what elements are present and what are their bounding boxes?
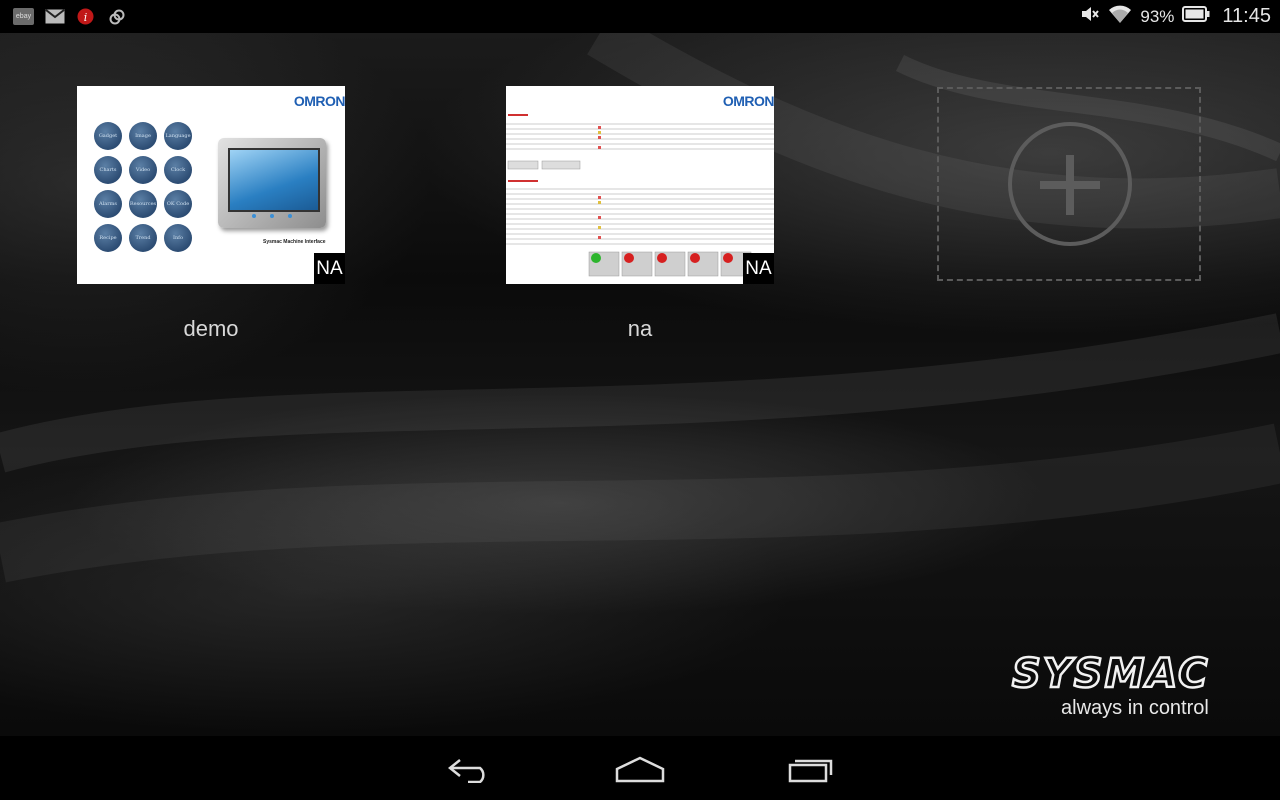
demo-thumb-button: Language xyxy=(164,122,192,150)
na-badge: NA xyxy=(743,253,774,284)
project-tile-na[interactable]: OMRON NA na xyxy=(506,86,774,356)
svg-text:i: i xyxy=(84,11,88,24)
recents-button[interactable] xyxy=(779,750,843,788)
gmail-icon xyxy=(44,8,65,25)
home-icon xyxy=(615,756,665,783)
back-icon xyxy=(447,759,485,783)
demo-thumb-button: Video xyxy=(129,156,157,184)
demo-thumb-button: Clock xyxy=(164,156,192,184)
wifi-icon xyxy=(1108,4,1132,29)
battery-icon xyxy=(1182,6,1210,27)
na-badge: NA xyxy=(314,253,345,284)
back-button[interactable] xyxy=(438,750,502,788)
demo-thumb-button: Gadget xyxy=(94,122,122,150)
project-label: na xyxy=(627,316,653,341)
home-button[interactable] xyxy=(608,750,672,788)
recents-icon xyxy=(788,759,833,783)
clock: 11:45 xyxy=(1222,5,1271,27)
demo-thumb-button: Charts xyxy=(94,156,122,184)
mute-icon xyxy=(1080,5,1100,28)
demo-thumb-button: Info xyxy=(164,224,192,252)
sysmac-logo: SYSMAC xyxy=(1010,650,1262,699)
logo-tagline: always in control xyxy=(1061,697,1209,719)
hmi-panel-image xyxy=(218,138,326,228)
ebay-icon: ebay xyxy=(13,8,34,25)
omron-logo: OMRON xyxy=(293,93,345,109)
svg-text:SYSMAC: SYSMAC xyxy=(1012,655,1209,691)
status-indicators: 93% 11:45 xyxy=(1080,4,1280,29)
project-tile-demo[interactable]: OMRON Gadget Image Language Charts Video… xyxy=(77,86,345,356)
demo-thumb-button: Trend xyxy=(129,224,157,252)
demo-thumb-button: OK Code xyxy=(164,190,192,218)
demo-thumb-button: Alarms xyxy=(94,190,122,218)
sysmac-wordmark: SYSMAC xyxy=(1011,650,1209,699)
battery-percent: 93% xyxy=(1140,6,1175,26)
navigation-bar xyxy=(0,736,1280,800)
demo-thumb-button: Recipe xyxy=(94,224,122,252)
demo-thumb-button: Resources xyxy=(129,190,157,218)
link-icon xyxy=(106,8,127,25)
status-bar: ebay i 93% 11:45 xyxy=(0,0,1280,33)
plus-icon xyxy=(1008,122,1132,246)
info-alert-icon: i xyxy=(75,8,96,25)
alarm-table-image xyxy=(506,114,774,277)
project-thumbnail: OMRON Gadget Image Language Charts Video… xyxy=(77,86,345,284)
demo-thumb-button: Image xyxy=(129,122,157,150)
add-project-slot[interactable] xyxy=(937,87,1201,281)
project-label: demo xyxy=(183,316,239,341)
thumbnail-caption: Sysmac Machine Interface xyxy=(263,239,326,245)
notification-icons: ebay i xyxy=(0,8,127,25)
project-thumbnail: OMRON NA xyxy=(506,86,774,284)
